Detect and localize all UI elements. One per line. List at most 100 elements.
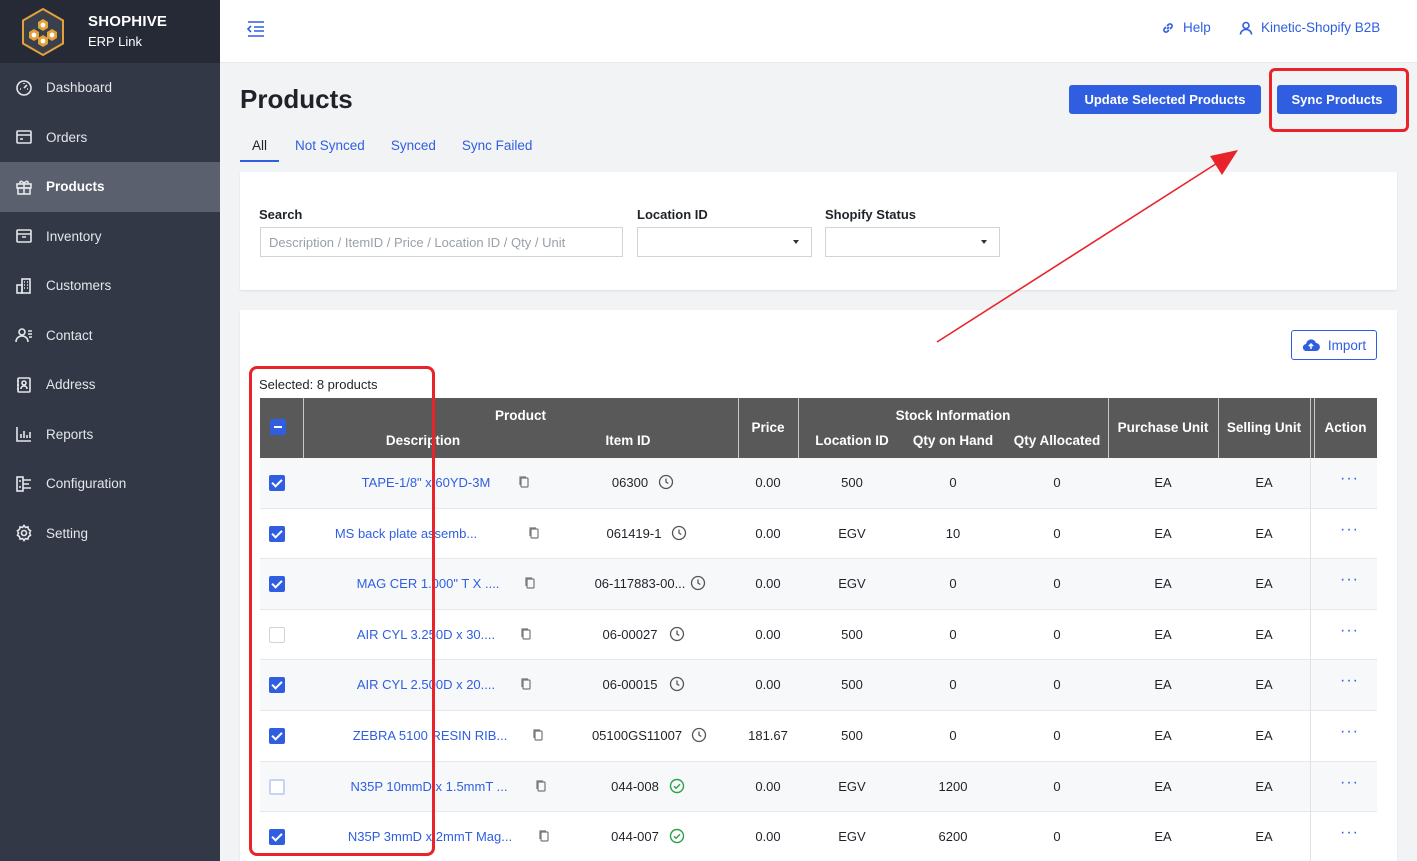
row-checkbox[interactable] xyxy=(269,626,285,643)
tab-synced[interactable]: Synced xyxy=(391,138,436,162)
product-description-link[interactable]: AIR CYL 3.250D x 30.... xyxy=(336,627,516,642)
copy-icon[interactable] xyxy=(520,677,532,691)
copy-icon[interactable] xyxy=(538,829,550,843)
row-action-more-icon[interactable]: ··· xyxy=(1340,470,1359,488)
row-checkbox[interactable] xyxy=(269,728,285,744)
sidebar-item-label: Dashboard xyxy=(46,80,113,96)
row-action-more-icon[interactable]: ··· xyxy=(1340,723,1359,741)
product-description-link[interactable]: ZEBRA 5100 RESIN RIB... xyxy=(340,728,520,743)
price: 0.00 xyxy=(755,525,781,541)
price: 0.00 xyxy=(755,677,781,693)
purchase-unit: EA xyxy=(1154,626,1172,642)
header-description[interactable]: Description xyxy=(303,433,543,448)
row-action-more-icon[interactable]: ··· xyxy=(1340,521,1359,539)
row-checkbox[interactable] xyxy=(269,576,285,593)
sidebar-item-products[interactable]: Products xyxy=(0,162,220,212)
tab-all[interactable]: All xyxy=(240,138,280,162)
price: 0.00 xyxy=(755,576,781,592)
copy-icon[interactable] xyxy=(520,627,532,641)
sidebar-item-reports[interactable]: Reports xyxy=(0,410,220,460)
product-description-link[interactable]: N35P 10mmD x 1.5mmT ... xyxy=(339,779,519,794)
sidebar-item-label: Orders xyxy=(46,129,88,145)
header-qty-on-hand[interactable]: Qty on Hand xyxy=(908,433,998,448)
row-checkbox[interactable] xyxy=(269,778,285,795)
product-description-link[interactable]: MS back plate assemb... xyxy=(316,526,496,541)
product-description-link[interactable]: AIR CYL 2.500D x 20.... xyxy=(336,677,516,692)
purchase-unit: EA xyxy=(1154,576,1172,592)
sidebar-item-customers[interactable]: Customers xyxy=(0,261,220,311)
sidebar-item-address[interactable]: Address xyxy=(0,360,220,410)
qty-on-hand: 0 xyxy=(949,677,957,693)
location-id-label: Location ID xyxy=(637,207,708,222)
shopify-status-select[interactable] xyxy=(825,227,1000,257)
qty-on-hand: 0 xyxy=(949,576,957,592)
price: 181.67 xyxy=(748,728,788,743)
sidebar-item-orders[interactable]: Orders xyxy=(0,113,220,163)
row-action-more-icon[interactable]: ··· xyxy=(1340,622,1359,640)
qty-on-hand: 0 xyxy=(949,728,957,743)
table-row: MAG CER 1.000" T X .... 06-117883-00... … xyxy=(260,559,1377,610)
tab-sync-failed[interactable]: Sync Failed xyxy=(462,138,533,162)
annotation-highlight-sync xyxy=(1269,68,1409,132)
copy-icon[interactable] xyxy=(524,576,536,590)
selling-unit: EA xyxy=(1255,829,1273,845)
row-action-more-icon[interactable]: ··· xyxy=(1340,824,1359,842)
product-description-link[interactable]: MAG CER 1.000" T X .... xyxy=(338,576,518,591)
pending-clock-icon xyxy=(671,525,687,540)
help-link[interactable]: Help xyxy=(1161,20,1211,35)
import-button[interactable]: Import xyxy=(1291,330,1377,360)
row-checkbox[interactable] xyxy=(269,677,285,694)
sidebar-item-setting[interactable]: Setting xyxy=(0,509,220,559)
menu-collapse-icon[interactable] xyxy=(246,19,266,39)
purchase-unit: EA xyxy=(1154,677,1172,693)
sidebar-item-dashboard[interactable]: Dashboard xyxy=(0,63,220,113)
purchase-unit: EA xyxy=(1154,728,1172,743)
header-price[interactable]: Price xyxy=(738,420,798,435)
sidebar-item-inventory[interactable]: Inventory xyxy=(0,212,220,262)
pending-clock-icon xyxy=(658,474,674,490)
selected-count: Selected: 8 products xyxy=(259,377,378,392)
row-checkbox[interactable] xyxy=(269,525,285,542)
table-row: TAPE-1/8" x 60YD-3M 06300 0.00 500 0 0 E… xyxy=(260,458,1377,509)
header-qty-allocated[interactable]: Qty Allocated xyxy=(1008,433,1106,448)
header-purchase-unit[interactable]: Purchase Unit xyxy=(1108,420,1218,435)
tab-not-synced[interactable]: Not Synced xyxy=(295,138,365,162)
update-selected-products-button[interactable]: Update Selected Products xyxy=(1069,85,1261,114)
search-label: Search xyxy=(259,207,303,222)
select-all-checkbox[interactable] xyxy=(270,419,286,435)
row-action-more-icon[interactable]: ··· xyxy=(1340,571,1359,589)
table-row: MS back plate assemb... 061419-1 0.00 EG… xyxy=(260,508,1377,560)
inventory-icon xyxy=(14,226,34,246)
header-action: Action xyxy=(1324,420,1367,435)
product-description-link[interactable]: TAPE-1/8" x 60YD-3M xyxy=(336,475,516,490)
brand-subtitle: ERP Link xyxy=(88,33,142,49)
row-action-more-icon[interactable]: ··· xyxy=(1340,672,1359,690)
sidebar-item-configuration[interactable]: Configuration xyxy=(0,459,220,509)
brand: SHOPHIVE ERP Link xyxy=(0,0,220,63)
filter-panel: Search Location ID Shopify Status xyxy=(240,172,1397,290)
search-input[interactable] xyxy=(260,227,623,257)
sidebar: SHOPHIVE ERP Link Dashboard Orders Produ… xyxy=(0,0,220,861)
qty-allocated: 0 xyxy=(1053,626,1061,642)
copy-icon[interactable] xyxy=(518,475,530,489)
copy-icon[interactable] xyxy=(528,526,540,540)
product-description-link[interactable]: N35P 3mmD x 2mmT Mag... xyxy=(340,829,520,844)
sidebar-item-contact[interactable]: Contact xyxy=(0,311,220,361)
selling-unit: EA xyxy=(1255,475,1273,490)
sidebar-item-label: Customers xyxy=(46,278,112,294)
row-action-more-icon[interactable]: ··· xyxy=(1340,774,1359,792)
header-location-id[interactable]: Location ID xyxy=(808,433,896,448)
dashboard-icon xyxy=(14,78,34,98)
copy-icon[interactable] xyxy=(532,728,544,742)
cloud-upload-icon xyxy=(1302,339,1320,352)
header-selling-unit[interactable]: Selling Unit xyxy=(1218,420,1310,435)
row-checkbox[interactable] xyxy=(269,475,285,491)
location-id: EGV xyxy=(838,829,866,845)
row-checkbox[interactable] xyxy=(269,829,285,846)
header-item-id[interactable]: Item ID xyxy=(543,433,713,448)
location-id-select[interactable] xyxy=(637,227,812,257)
account-menu[interactable]: Kinetic-Shopify B2B xyxy=(1239,20,1380,35)
orders-icon xyxy=(14,127,34,147)
copy-icon[interactable] xyxy=(535,779,547,793)
selling-unit: EA xyxy=(1255,576,1273,592)
